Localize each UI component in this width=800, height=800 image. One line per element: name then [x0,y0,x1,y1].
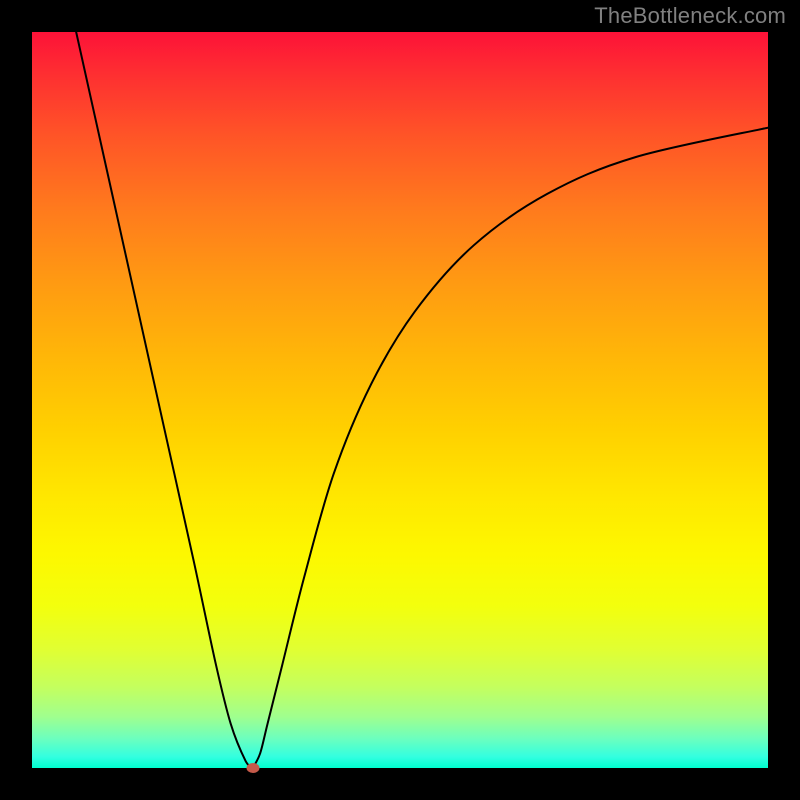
curve-right-path [253,128,768,768]
minimum-marker [246,763,259,773]
curve-left-path [76,32,253,768]
chart-frame: TheBottleneck.com [0,0,800,800]
watermark-text: TheBottleneck.com [594,3,786,29]
plot-area [32,32,768,768]
curve-svg [32,32,768,768]
